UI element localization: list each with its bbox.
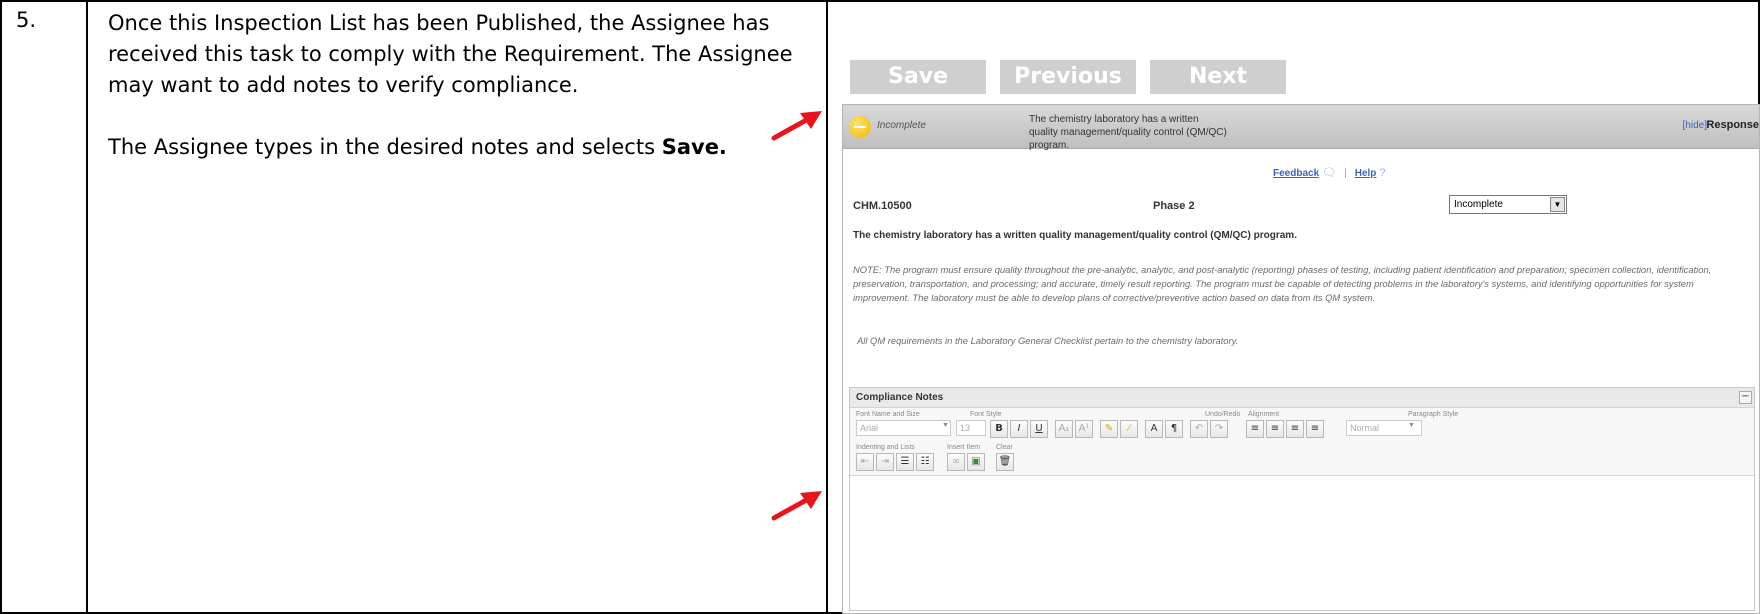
group-label: Undo/Redo	[1205, 411, 1241, 418]
requirement-id: CHM.10500	[853, 200, 912, 212]
response-label: Response	[1706, 119, 1759, 131]
group-label: Font Name and Size	[856, 411, 920, 418]
red-arrow-icon	[771, 491, 822, 521]
requirement-title: The chemistry laboratory has a written q…	[1029, 114, 1227, 151]
link-separator: |	[1344, 168, 1347, 179]
table-divider	[826, 0, 828, 614]
next-button[interactable]: Next	[1150, 60, 1286, 94]
image-icon[interactable]: ▣	[967, 453, 985, 471]
indent-icon[interactable]: ⇥	[876, 453, 894, 471]
group-label: Alignment	[1248, 411, 1280, 418]
link-icon[interactable]: ∞	[947, 453, 965, 471]
group-label: Font Style	[970, 411, 1002, 418]
align-left-icon[interactable]: ≡	[1246, 420, 1264, 438]
speech-bubble-icon: 🗨	[1322, 167, 1337, 179]
status-select[interactable]: Incomplete ▼	[1449, 195, 1567, 214]
feedback-link[interactable]: Feedback	[1273, 168, 1319, 179]
table-divider	[86, 0, 88, 614]
phase-label: Phase 2	[1153, 200, 1195, 212]
italic-icon[interactable]: I	[1010, 420, 1028, 438]
justify-icon[interactable]: ≡	[1306, 420, 1324, 438]
chevron-down-icon[interactable]: ▼	[1550, 197, 1565, 212]
panel-links: Feedback 🗨 | Help?	[1273, 166, 1386, 179]
pilcrow-icon[interactable]: ¶	[1165, 420, 1183, 438]
align-center-icon[interactable]: ≡	[1266, 420, 1284, 438]
align-right-icon[interactable]: ≡	[1286, 420, 1304, 438]
font-color-icon[interactable]: A	[1145, 420, 1163, 438]
underline-icon[interactable]: U	[1030, 420, 1048, 438]
bullet-list-icon[interactable]: ☰	[896, 453, 914, 471]
group-label: Insert Item	[947, 444, 981, 451]
step-number: 5.	[16, 8, 37, 32]
compliance-notes-title: Compliance Notes	[856, 392, 944, 403]
outdent-icon[interactable]: ⇤	[856, 453, 874, 471]
editor-toolbar: Font Name and Size Arial ▼ 13 Font Style…	[850, 408, 1754, 476]
requirement-text: The chemistry laboratory has a written q…	[853, 230, 1297, 241]
subscript-icon[interactable]: A₁	[1055, 420, 1073, 438]
question-mark-icon: ?	[1379, 167, 1386, 179]
step-instruction-save: The Assignee types in the desired notes …	[108, 135, 727, 159]
chevron-down-icon[interactable]: ▼	[942, 422, 949, 429]
compliance-notes-box: Compliance Notes − Font Name and Size Ar…	[849, 387, 1755, 611]
redo-icon[interactable]: ↷	[1210, 420, 1228, 438]
superscript-icon[interactable]: A¹	[1075, 420, 1093, 438]
highlight-icon[interactable]: ✎	[1100, 420, 1118, 438]
trash-icon[interactable]: 🗑	[996, 453, 1014, 471]
chevron-down-icon[interactable]: ▼	[1408, 422, 1415, 429]
font-size-select[interactable]: 13	[956, 420, 986, 436]
eraser-icon[interactable]: ⁄	[1120, 420, 1138, 438]
bold-icon[interactable]: B	[990, 420, 1008, 438]
font-name-select[interactable]: Arial	[856, 420, 951, 436]
previous-button[interactable]: Previous	[1000, 60, 1136, 94]
group-label: Paragraph Style	[1408, 411, 1459, 418]
save-button[interactable]: Save	[850, 60, 986, 94]
hide-link[interactable]: [hide]	[1683, 120, 1707, 131]
requirement-panel: Incomplete The chemistry laboratory has …	[842, 104, 1760, 614]
help-link[interactable]: Help	[1355, 168, 1377, 179]
undo-icon[interactable]: ↶	[1190, 420, 1208, 438]
group-label: Indenting and Lists	[856, 444, 915, 451]
panel-header: Incomplete The chemistry laboratory has …	[843, 105, 1759, 151]
step-instruction: Once this Inspection List has been Publi…	[108, 11, 793, 97]
requirement-note: NOTE: The program must ensure quality th…	[853, 264, 1712, 303]
requirement-note-2: All QM requirements in the Laboratory Ge…	[857, 335, 1239, 346]
compliance-notes-header: Compliance Notes −	[850, 388, 1754, 408]
red-arrow-icon	[771, 111, 822, 141]
number-list-icon[interactable]: ☷	[916, 453, 934, 471]
group-label: Clear	[996, 444, 1013, 451]
collapse-button[interactable]: −	[1739, 391, 1752, 404]
compliance-notes-editor[interactable]	[850, 477, 1754, 610]
minus-circle-icon	[849, 116, 871, 138]
status-label: Incomplete	[877, 120, 926, 131]
